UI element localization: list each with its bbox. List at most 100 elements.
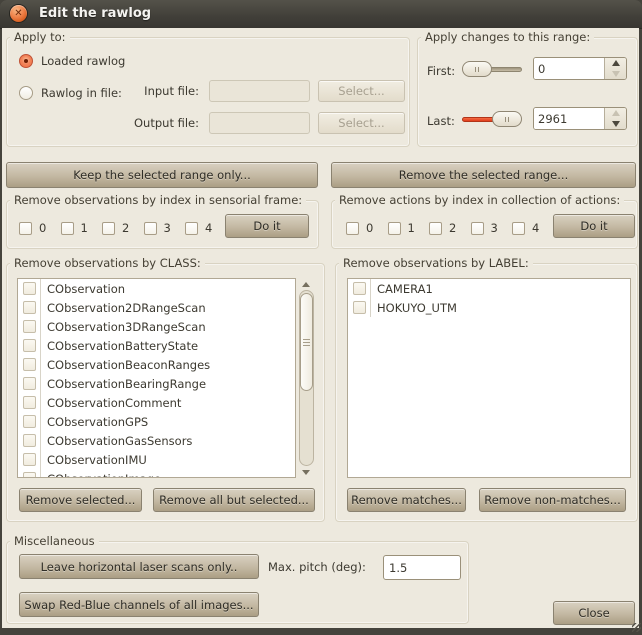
- checkbox-icon[interactable]: [22, 453, 36, 466]
- checkbox-icon[interactable]: [22, 320, 36, 333]
- close-icon[interactable]: ✕: [10, 5, 27, 22]
- actions-index-checkboxes: 0 1 2 3 4: [346, 221, 554, 235]
- list-item-label: CAMERA1: [377, 281, 433, 296]
- class-list-scrollbar[interactable]: [297, 278, 315, 478]
- output-file-select-button[interactable]: Select...: [318, 112, 405, 134]
- list-item[interactable]: CObservationGPS: [18, 412, 295, 431]
- input-file-select-button[interactable]: Select...: [318, 80, 405, 102]
- list-item-label: CObservationBearingRange: [47, 376, 207, 391]
- input-file-field[interactable]: [209, 80, 310, 102]
- spin-down-icon[interactable]: [605, 119, 626, 130]
- loaded-rawlog-radio[interactable]: Loaded rawlog: [19, 54, 125, 68]
- checkbox-icon[interactable]: [512, 221, 525, 235]
- scrollbar-thumb[interactable]: [299, 293, 313, 391]
- checkbox-icon[interactable]: [429, 221, 442, 235]
- keep-range-button[interactable]: Keep the selected range only...: [6, 162, 318, 188]
- spin-down-icon[interactable]: [605, 69, 626, 80]
- index-checkbox[interactable]: 0: [346, 221, 388, 235]
- checkbox-icon[interactable]: [22, 339, 36, 352]
- radio-selected-icon[interactable]: [19, 54, 33, 68]
- checkbox-icon[interactable]: [352, 301, 366, 314]
- index-checkbox[interactable]: 2: [429, 221, 471, 235]
- actions-doit-button[interactable]: Do it: [553, 214, 635, 238]
- max-pitch-field[interactable]: [383, 555, 461, 580]
- checkbox-icon[interactable]: [22, 282, 36, 295]
- list-item[interactable]: CObservationGasSensors: [18, 431, 295, 450]
- list-item[interactable]: CObservation2DRangeScan: [18, 298, 295, 317]
- list-item[interactable]: CObservationBearingRange: [18, 374, 295, 393]
- label-listbox[interactable]: CAMERA1 HOKUYO_UTM: [347, 278, 631, 478]
- checkbox-icon[interactable]: [102, 221, 115, 235]
- index-checkbox[interactable]: 4: [512, 221, 554, 235]
- scroll-down-icon[interactable]: [302, 466, 310, 478]
- checkbox-icon[interactable]: [60, 221, 74, 235]
- last-label: Last:: [427, 114, 455, 128]
- checkbox-icon[interactable]: [143, 221, 157, 235]
- index-checkbox[interactable]: 4: [185, 221, 227, 235]
- class-listbox[interactable]: CObservation CObservation2DRangeScan COb…: [17, 278, 315, 478]
- checkbox-icon[interactable]: [22, 301, 36, 314]
- list-item[interactable]: HOKUYO_UTM: [348, 298, 630, 317]
- list-item[interactable]: CObservationIMU: [18, 450, 295, 469]
- checkbox-icon[interactable]: [22, 472, 36, 477]
- index-checkbox[interactable]: 3: [143, 221, 186, 235]
- remove-selected-button[interactable]: Remove selected...: [19, 488, 142, 512]
- scrollbar-trough[interactable]: [298, 290, 314, 466]
- first-slider[interactable]: [462, 61, 522, 77]
- leave-horizontal-scans-button[interactable]: Leave horizontal laser scans only..: [19, 554, 259, 579]
- remove-all-but-selected-button[interactable]: Remove all but selected...: [153, 488, 315, 512]
- checkbox-icon[interactable]: [22, 415, 36, 428]
- list-item[interactable]: CObservation3DRangeScan: [18, 317, 295, 336]
- resize-grip-icon[interactable]: [632, 623, 641, 632]
- list-item-label: CObservationBeaconRanges: [47, 357, 211, 372]
- list-item[interactable]: CObservationBeaconRanges: [18, 355, 295, 374]
- label-list[interactable]: CAMERA1 HOKUYO_UTM: [347, 278, 631, 478]
- checkbox-icon[interactable]: [470, 221, 484, 235]
- last-slider[interactable]: [462, 111, 522, 127]
- scroll-up-icon[interactable]: [302, 278, 310, 290]
- list-item[interactable]: CObservation: [18, 279, 295, 298]
- checkbox-icon[interactable]: [22, 377, 36, 390]
- remove-matches-button[interactable]: Remove matches...: [347, 488, 466, 512]
- checkbox-icon[interactable]: [22, 358, 36, 371]
- first-spin[interactable]: [533, 57, 627, 80]
- list-item[interactable]: CObservationComment: [18, 393, 295, 412]
- first-value-field[interactable]: [534, 58, 604, 79]
- spin-up-icon[interactable]: [605, 58, 626, 69]
- index-checkbox[interactable]: 0: [19, 221, 61, 235]
- last-value-field[interactable]: [534, 108, 604, 129]
- sensorial-doit-button[interactable]: Do it: [225, 214, 309, 238]
- slider-track[interactable]: [488, 67, 522, 72]
- index-checkbox[interactable]: 1: [60, 221, 103, 235]
- checkbox-icon[interactable]: [346, 221, 359, 235]
- last-spin[interactable]: [533, 107, 627, 130]
- slider-track-filled[interactable]: [462, 117, 496, 122]
- spin-buttons[interactable]: [604, 58, 626, 79]
- list-item[interactable]: CObservationBatteryState: [18, 336, 295, 355]
- checkbox-icon[interactable]: [22, 434, 36, 447]
- checkbox-icon[interactable]: [185, 221, 198, 235]
- output-file-field[interactable]: [209, 112, 310, 134]
- list-item[interactable]: CAMERA1: [348, 279, 630, 298]
- sensorial-legend: Remove observations by index in sensoria…: [10, 193, 307, 207]
- index-checkbox[interactable]: 3: [470, 221, 513, 235]
- spin-buttons[interactable]: [604, 108, 626, 129]
- remove-non-matches-button[interactable]: Remove non-matches...: [479, 488, 626, 512]
- spin-up-icon[interactable]: [605, 108, 626, 119]
- title-bar[interactable]: ✕ Edit the rawlog: [0, 0, 642, 29]
- remove-range-button[interactable]: Remove the selected range...: [331, 162, 636, 188]
- class-list[interactable]: CObservation CObservation2DRangeScan COb…: [17, 278, 296, 478]
- index-checkbox[interactable]: 2: [102, 221, 144, 235]
- radio-unselected-icon[interactable]: [19, 86, 33, 100]
- checkbox-icon[interactable]: [22, 396, 36, 409]
- close-button[interactable]: Close: [553, 601, 635, 625]
- slider-handle-icon[interactable]: [492, 111, 522, 127]
- slider-handle-icon[interactable]: [462, 61, 492, 77]
- checkbox-icon[interactable]: [19, 221, 32, 235]
- sensorial-index-checkboxes: 0 1 2 3 4: [19, 221, 227, 235]
- index-checkbox[interactable]: 1: [387, 221, 430, 235]
- checkbox-icon[interactable]: [387, 221, 401, 235]
- checkbox-icon[interactable]: [352, 282, 366, 295]
- list-item[interactable]: CObservationImage: [18, 469, 295, 477]
- swap-red-blue-button[interactable]: Swap Red-Blue channels of all images...: [19, 592, 259, 617]
